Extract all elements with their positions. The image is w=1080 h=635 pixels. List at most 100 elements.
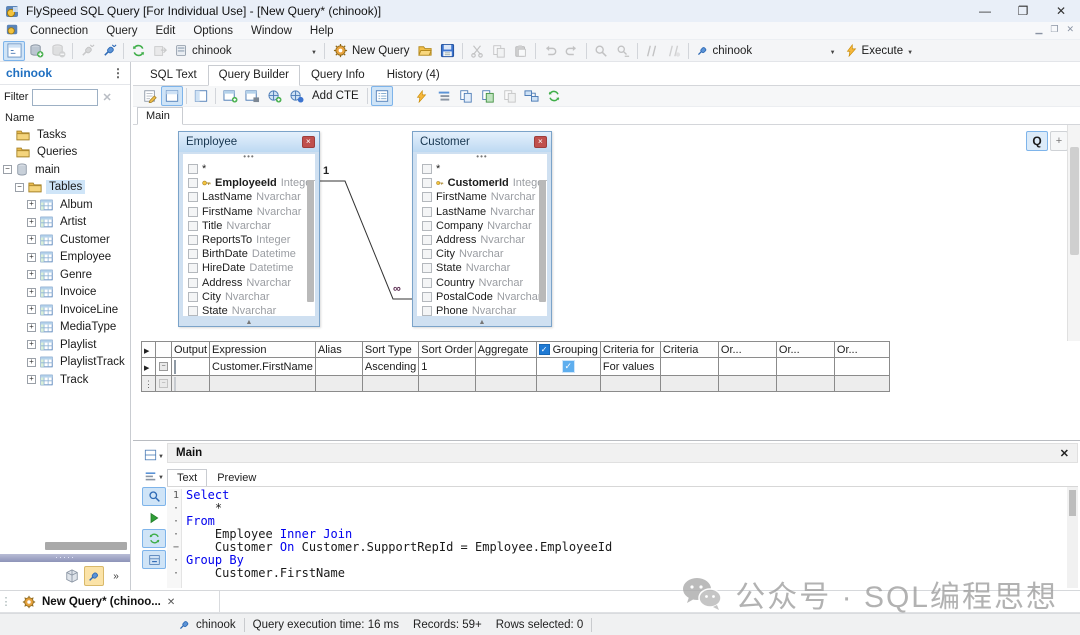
col-aggregate[interactable]: Aggregate (474, 341, 537, 358)
tree-item-queries[interactable]: Queries (0, 144, 130, 162)
tree-item-mediatype[interactable]: MediaType (0, 319, 130, 337)
col-criteria-for[interactable]: Criteria for (599, 341, 661, 358)
minimize-icon[interactable]: — (966, 0, 1004, 22)
expand-icon[interactable] (27, 287, 36, 297)
field-row[interactable]: * (183, 162, 315, 176)
mdi-window-controls[interactable]: ▁ ❐ ✕ (1035, 24, 1074, 35)
field-checkbox[interactable] (422, 277, 432, 288)
sidebar-horizontal-scrollbar[interactable] (45, 542, 127, 550)
col-alias[interactable]: Alias (314, 341, 363, 358)
or-cell[interactable] (833, 357, 890, 376)
tab-sql-text[interactable]: SQL Text (139, 65, 208, 85)
drag-handle[interactable] (0, 591, 12, 612)
field-row[interactable]: * (417, 162, 547, 176)
col-sort-type[interactable]: Sort Type (361, 341, 420, 358)
field-checkbox[interactable] (188, 305, 198, 316)
tree-item-tasks[interactable]: Tasks (0, 126, 130, 144)
show-panels-button[interactable] (161, 86, 183, 106)
query-tab[interactable]: New Query* (chinoo... (12, 591, 220, 612)
field-checkbox[interactable] (422, 192, 432, 203)
alias-cell[interactable] (314, 357, 363, 376)
expand-icon[interactable] (27, 252, 36, 262)
grouping-checkbox[interactable] (561, 360, 575, 373)
field-checkbox[interactable] (188, 164, 198, 175)
output-checkbox[interactable] (174, 359, 176, 374)
field-row[interactable]: Title Nvarchar (183, 219, 315, 233)
execute-connection-select[interactable]: chinook (692, 41, 840, 61)
grouping-header-checkbox[interactable] (538, 344, 550, 355)
open-file-button[interactable] (415, 41, 437, 61)
tree-item-employee[interactable]: Employee (0, 249, 130, 267)
collapse-icon[interactable] (3, 165, 12, 175)
query-diagram[interactable]: 1 ∞ Employee * EmployeeIdInteger LastNam… (133, 125, 1080, 341)
field-row[interactable]: Company Nvarchar (417, 219, 547, 233)
tree-item-main[interactable]: main (0, 161, 130, 179)
execute-query-button[interactable] (411, 86, 433, 106)
tree-item-artist[interactable]: Artist (0, 214, 130, 232)
field-checkbox[interactable] (188, 291, 198, 302)
field-row[interactable]: BirthDate Datetime (183, 247, 315, 261)
tab-query-builder[interactable]: Query Builder (207, 65, 300, 86)
col-criteria[interactable]: Criteria (659, 341, 719, 358)
expand-icon[interactable] (27, 200, 36, 210)
field-checkbox[interactable] (422, 305, 432, 316)
close-icon[interactable] (534, 136, 547, 148)
field-checkbox[interactable] (422, 263, 432, 274)
undo-icon[interactable] (539, 41, 561, 61)
auto-update-button[interactable] (142, 550, 166, 569)
field-checkbox[interactable] (188, 263, 198, 274)
grid-row[interactable]: Customer.FirstName Ascending 1 For value… (141, 357, 890, 376)
tree-item-playlist[interactable]: Playlist (0, 336, 130, 354)
union-query-button[interactable]: Q (1026, 131, 1048, 151)
field-checkbox[interactable] (188, 235, 198, 246)
field-checkbox[interactable] (422, 220, 432, 231)
menu-query[interactable]: Query (97, 25, 146, 37)
scroll-up-indicator[interactable] (183, 154, 315, 162)
add-connection-button[interactable] (25, 41, 47, 61)
text-options-button[interactable] (142, 466, 166, 485)
tree-item-genre[interactable]: Genre (0, 266, 130, 284)
vertical-layout-button[interactable] (190, 86, 212, 106)
tree-item-tables[interactable]: Tables (0, 179, 130, 197)
row-limit-button[interactable] (433, 86, 455, 106)
tree-item-invoiceline[interactable]: InvoiceLine (0, 301, 130, 319)
collapse-icon[interactable] (15, 182, 24, 192)
edit-derived-table-button[interactable] (285, 86, 307, 106)
add-derived-table-button[interactable] (263, 86, 285, 106)
run-sql-button[interactable] (142, 508, 166, 527)
tree-item-customer[interactable]: Customer (0, 231, 130, 249)
field-checkbox[interactable] (188, 178, 198, 189)
export-icon[interactable] (149, 41, 171, 61)
field-row[interactable]: CustomerId Integer (417, 176, 547, 190)
tree-item-playlisttrack[interactable]: PlaylistTrack (0, 354, 130, 372)
col-grouping[interactable]: Grouping (535, 341, 601, 358)
field-row[interactable]: Address Nvarchar (417, 233, 547, 247)
table-card-header[interactable]: Customer (413, 132, 551, 152)
field-checkbox[interactable] (188, 192, 198, 203)
col-output[interactable]: Output (170, 341, 211, 358)
field-checkbox[interactable] (422, 164, 432, 175)
field-list-scrollbar[interactable] (307, 180, 314, 302)
scroll-up-indicator[interactable] (417, 154, 547, 162)
table-card-employee[interactable]: Employee * EmployeeIdInteger LastNameNva… (178, 131, 320, 327)
sql-scrollbar[interactable] (1067, 487, 1078, 588)
col-or-1[interactable]: Or... (717, 341, 777, 358)
grouping-cell[interactable] (535, 357, 601, 376)
expand-icon[interactable] (27, 375, 36, 385)
add-cte-button[interactable]: Add CTE (307, 86, 364, 106)
field-checkbox[interactable] (422, 291, 432, 302)
close-icon[interactable] (1060, 447, 1069, 460)
subquery-tab-main[interactable]: Main (137, 107, 183, 125)
find-in-sql-button[interactable] (142, 487, 166, 506)
sidebar-splitter[interactable] (0, 554, 130, 562)
field-row[interactable]: ReportsTo Integer (183, 233, 315, 247)
copy-icon[interactable] (488, 41, 510, 61)
close-icon[interactable]: ✕ (1042, 0, 1080, 22)
save-button[interactable] (437, 41, 459, 61)
redo-icon[interactable] (561, 41, 583, 61)
save-object-button[interactable] (241, 86, 263, 106)
tab-preview[interactable]: Preview (207, 469, 266, 486)
objects-view-button[interactable] (62, 566, 82, 586)
diagram-scrollbar[interactable] (1067, 125, 1080, 341)
toggle-explorer-button[interactable] (3, 40, 25, 61)
